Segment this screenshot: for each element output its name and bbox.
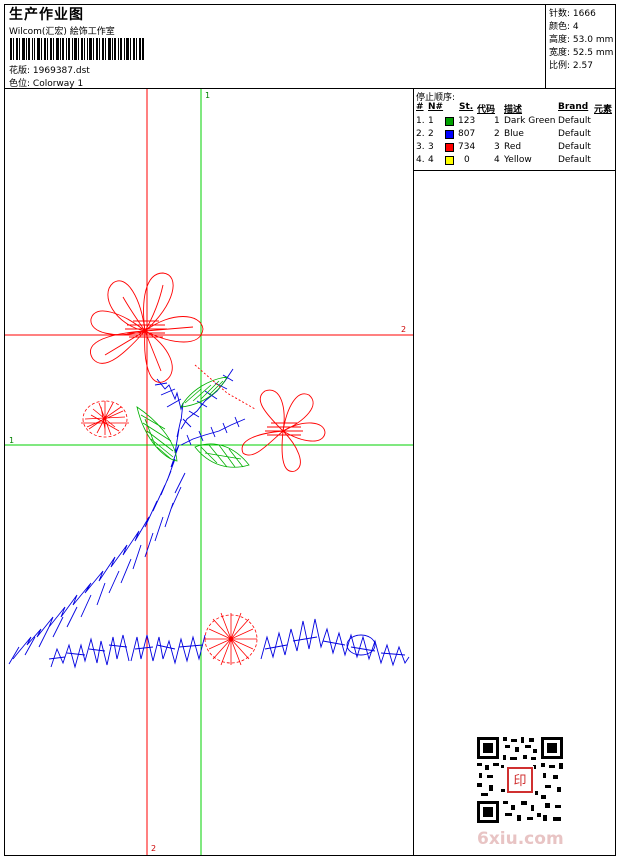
stat-value: 2.57	[572, 61, 593, 71]
row-needle: 4	[428, 155, 434, 165]
row-code: 3	[494, 142, 500, 152]
color-swatch	[445, 130, 454, 139]
stat-label: 针数:	[549, 9, 571, 19]
guide-label-red-v: 2	[151, 844, 156, 853]
table-row[interactable]: 2. 2 807 2 Blue Default	[414, 129, 615, 141]
column-header: Brand	[558, 102, 589, 112]
row-stitches: 0	[464, 155, 470, 165]
row-brand: Default	[558, 142, 591, 152]
design-stats: 针数: 1666 颜色: 4 高度: 53.0 mm 宽度: 52.5 mm 比…	[546, 5, 615, 89]
guide-label-red-h: 2	[401, 325, 406, 334]
column-header: #	[416, 102, 424, 112]
column-header: 描述	[504, 105, 523, 115]
watermark-logo: 6xiu.com	[477, 829, 564, 849]
red-flower-small-bottom	[204, 612, 258, 666]
file-value: 1969387.dst	[32, 66, 90, 76]
row-index: 4.	[416, 155, 425, 165]
column-header: 代码	[477, 105, 496, 115]
page-title: 生产作业图	[9, 7, 84, 23]
barcode	[10, 38, 144, 60]
red-flower-right	[194, 364, 326, 472]
row-needle: 3	[428, 142, 434, 152]
row-code: 2	[494, 129, 500, 139]
red-flower-small-left	[81, 400, 129, 438]
stop-sequence-panel: 停止顺序: # N# St. 代码 描述 Brand 元素 1. 1 123 1…	[414, 89, 615, 171]
stat-width: 宽度: 52.5 mm	[549, 45, 613, 58]
stat-value: 53.0 mm	[572, 35, 614, 45]
row-brand: Default	[558, 116, 591, 126]
row-description: Red	[504, 142, 522, 152]
stat-label: 宽度:	[549, 48, 571, 58]
table-row[interactable]: 4. 4 0 4 Yellow Default	[414, 155, 615, 167]
color-swatch	[445, 143, 454, 152]
stat-stitches: 针数: 1666	[549, 6, 596, 19]
row-needle: 2	[428, 129, 434, 139]
row-needle: 1	[428, 116, 434, 126]
guide-label-green-v: 1	[205, 91, 210, 100]
colorway-label: 色位:	[9, 79, 31, 89]
stat-label: 比例:	[549, 61, 571, 71]
blue-lettering	[48, 618, 410, 669]
color-swatch	[445, 117, 454, 126]
stat-value: 4	[572, 22, 579, 32]
row-description: Blue	[504, 129, 524, 139]
colorway-value: Colorway 1	[32, 79, 84, 89]
colorway: 色位: Colorway 1	[9, 76, 83, 89]
green-leaves	[136, 376, 250, 468]
production-sheet: 生产作业图 Wilcom(汇宏) 絵饰工作室 花版: 1969387.dst 色…	[4, 4, 616, 856]
row-stitches: 807	[458, 129, 476, 139]
blue-stem	[8, 368, 246, 665]
row-code: 4	[494, 155, 500, 165]
qr-seal-text: 印	[513, 774, 526, 789]
row-brand: Default	[558, 155, 591, 165]
color-swatch	[445, 156, 454, 165]
table-row[interactable]: 3. 3 734 3 Red Default	[414, 142, 615, 154]
row-index: 3.	[416, 142, 425, 152]
stat-scale: 比例: 2.57	[549, 58, 593, 71]
row-description: Dark Green	[504, 116, 556, 126]
column-header: 元素	[594, 105, 613, 115]
stat-value: 1666	[572, 9, 596, 19]
design-canvas[interactable]: 1 1 2 2	[5, 89, 414, 855]
stat-label: 高度:	[549, 35, 571, 45]
qr-code: 印	[475, 735, 565, 825]
row-index: 2.	[416, 129, 425, 139]
row-brand: Default	[558, 129, 591, 139]
row-index: 1.	[416, 116, 425, 126]
column-header: N#	[428, 102, 444, 112]
header-info: 生产作业图 Wilcom(汇宏) 絵饰工作室 花版: 1969387.dst 色…	[5, 5, 546, 89]
stat-label: 颜色:	[549, 22, 571, 32]
row-stitches: 123	[458, 116, 476, 126]
stat-height: 高度: 53.0 mm	[549, 32, 613, 45]
file-name: 花版: 1969387.dst	[9, 63, 90, 76]
row-description: Yellow	[504, 155, 532, 165]
guide-label-green-h: 1	[9, 436, 14, 445]
row-code: 1	[494, 116, 500, 126]
studio-name: Wilcom(汇宏) 絵饰工作室	[9, 27, 115, 37]
column-header: St.	[459, 102, 474, 112]
stat-colors: 颜色: 4	[549, 19, 579, 32]
table-row[interactable]: 1. 1 123 1 Dark Green Default	[414, 116, 615, 128]
stat-value: 52.5 mm	[572, 48, 614, 58]
row-stitches: 734	[458, 142, 476, 152]
file-label: 花版:	[9, 66, 31, 76]
embroidery-preview: 1 1 2 2	[5, 89, 413, 855]
